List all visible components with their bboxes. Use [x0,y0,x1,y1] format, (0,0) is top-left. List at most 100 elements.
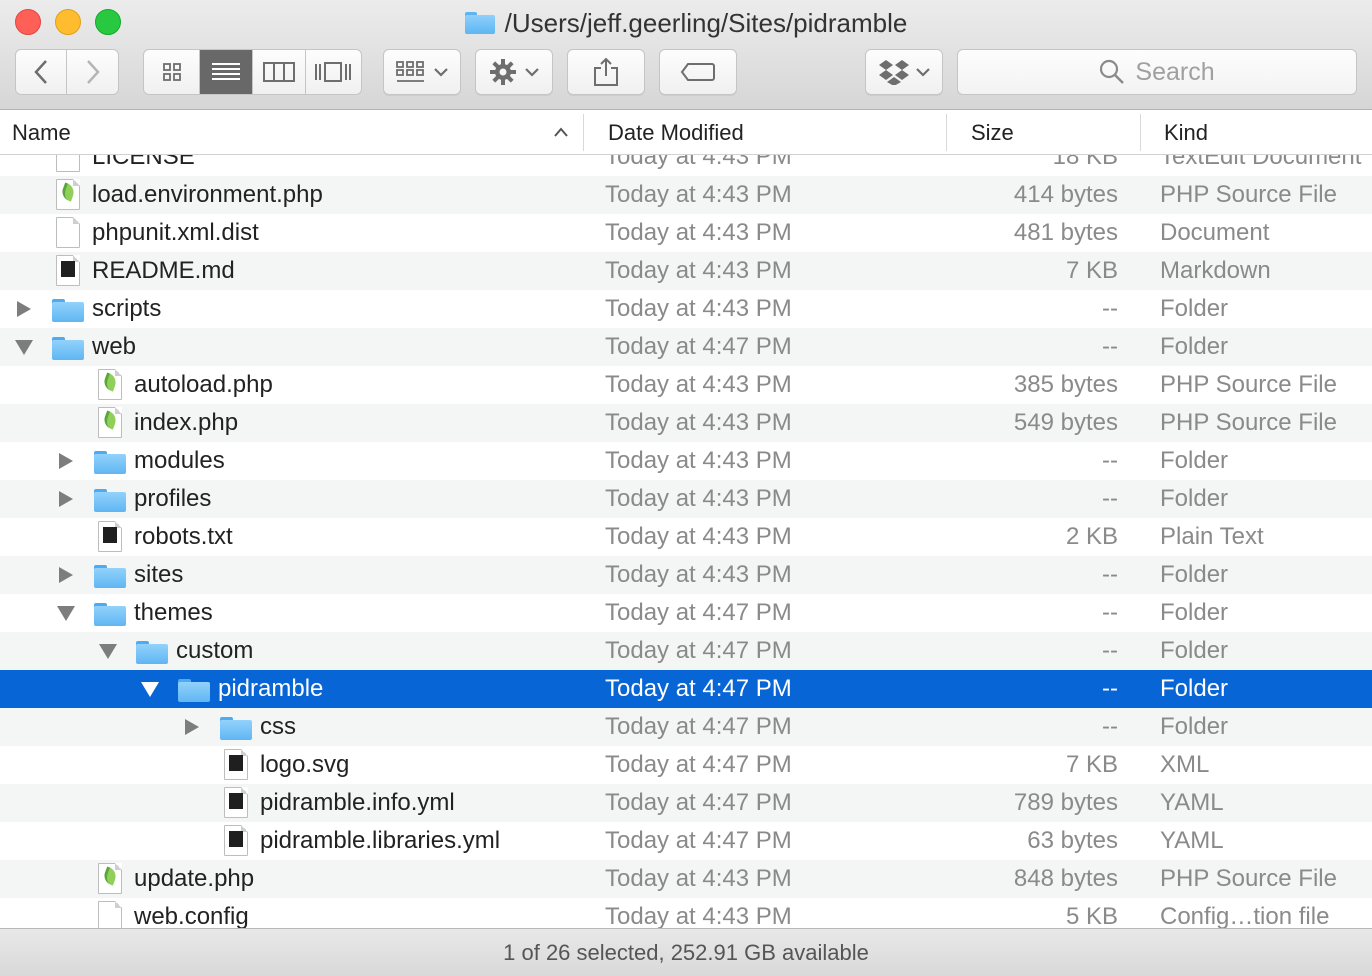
column-view-button[interactable] [253,50,306,94]
table-row[interactable]: LICENSE Today at 4:43 PM 18 KB TextEdit Doc… [0,155,1372,176]
table-row[interactable]: pidramble.info.yml Today at 4:47 PM 789 by… [0,784,1372,822]
table-row[interactable]: autoload.php Today at 4:43 PM 385 bytes PHP… [0,366,1372,404]
doc-file-icon [98,901,122,928]
disclosure-expanded-icon[interactable] [98,632,118,670]
date-modified: Today at 4:43 PM [605,181,792,208]
file-kind: Folder [1160,713,1229,740]
file-kind: Folder [1160,675,1229,702]
table-row[interactable]: README.md Today at 4:43 PM 7 KB Markdown [0,252,1372,290]
share-button[interactable] [567,49,645,95]
table-row[interactable]: phpunit.xml.dist Today at 4:43 PM 481 byte… [0,214,1372,252]
disclosure-collapsed-icon[interactable] [182,708,202,746]
file-size: 385 bytes [1013,371,1118,398]
arrange-icon [396,61,424,82]
folder-icon [94,565,126,588]
date-modified: Today at 4:43 PM [605,155,792,170]
navigation-buttons [15,49,119,95]
file-kind: Folder [1160,485,1229,512]
title-bar: /Users/jeff.geerling/Sites/pidramble Sea… [0,0,1372,110]
file-size: -- [1102,485,1118,512]
file-name: custom [176,637,254,664]
tags-button[interactable] [659,49,737,95]
back-button[interactable] [16,50,68,94]
cover-flow-icon [315,62,352,82]
doc-file-icon [56,155,80,172]
column-header-kind[interactable]: Kind [1164,110,1208,155]
action-button[interactable] [475,49,553,95]
table-row[interactable]: index.php Today at 4:43 PM 549 bytes PHP So… [0,404,1372,442]
disclosure-collapsed-icon[interactable] [56,480,76,518]
file-size: 2 KB [1065,523,1118,550]
chevron-down-icon [525,68,539,77]
table-row[interactable]: web Today at 4:47 PM -- Folder [0,328,1372,366]
table-row[interactable]: pidramble.libraries.yml Today at 4:47 PM 6… [0,822,1372,860]
file-kind: Folder [1160,561,1229,588]
file-size: 18 KB [1052,155,1118,170]
yaml-file-icon [224,787,248,818]
file-name: phpunit.xml.dist [92,219,259,246]
column-separator[interactable] [583,114,584,151]
column-separator[interactable] [1140,114,1141,151]
table-row[interactable]: profiles Today at 4:43 PM -- Folder [0,480,1372,518]
file-name: logo.svg [260,751,350,778]
column-header-date[interactable]: Date Modified [608,110,744,155]
table-row[interactable]: modules Today at 4:43 PM -- Folder [0,442,1372,480]
table-row[interactable]: css Today at 4:47 PM -- Folder [0,708,1372,746]
date-modified: Today at 4:43 PM [605,371,792,398]
column-header-name[interactable]: Name [12,110,71,155]
file-size: 481 bytes [1013,219,1118,246]
file-kind: Folder [1160,333,1229,360]
forward-button[interactable] [67,50,118,94]
cover-flow-view-button[interactable] [306,50,361,94]
search-icon [1100,59,1125,84]
table-row[interactable]: sites Today at 4:43 PM -- Folder [0,556,1372,594]
table-row[interactable]: update.php Today at 4:43 PM 848 bytes PHP S… [0,860,1372,898]
date-modified: Today at 4:47 PM [605,713,792,740]
folder-icon [52,337,84,360]
date-modified: Today at 4:43 PM [605,447,792,474]
table-row[interactable]: web.config Today at 4:43 PM 5 KB Config…tio… [0,898,1372,928]
table-row[interactable]: robots.txt Today at 4:43 PM 2 KB Plain Text [0,518,1372,556]
icon-view-button[interactable] [144,50,201,94]
disclosure-expanded-icon[interactable] [140,670,160,708]
table-row[interactable]: load.environment.php Today at 4:43 PM 414 … [0,176,1372,214]
folder-icon [52,299,84,322]
back-icon [34,60,47,84]
file-kind: YAML [1160,789,1224,816]
file-name: sites [134,561,184,588]
forward-icon [86,60,100,84]
column-header-size[interactable]: Size [971,110,1014,155]
file-kind: Document [1160,219,1270,246]
column-separator[interactable] [946,114,947,151]
table-row[interactable]: scripts Today at 4:43 PM -- Folder [0,290,1372,328]
file-kind: PHP Source File [1160,865,1337,892]
file-size: -- [1102,637,1118,664]
list-view-button[interactable] [200,50,253,94]
file-name: pidramble.libraries.yml [260,827,501,854]
file-kind: Markdown [1160,257,1271,284]
sort-ascending-icon[interactable] [553,126,569,138]
arrange-button[interactable] [383,49,461,95]
disclosure-collapsed-icon[interactable] [56,556,76,594]
gear-icon [490,59,516,85]
date-modified: Today at 4:43 PM [605,409,792,436]
file-kind: Folder [1160,447,1229,474]
column-view-icon [262,62,295,82]
date-modified: Today at 4:43 PM [605,561,792,588]
file-size: 7 KB [1065,257,1118,284]
table-row[interactable]: custom Today at 4:47 PM -- Folder [0,632,1372,670]
disclosure-collapsed-icon[interactable] [14,290,34,328]
table-row[interactable]: logo.svg Today at 4:47 PM 7 KB XML [0,746,1372,784]
table-row[interactable]: themes Today at 4:47 PM -- Folder [0,594,1372,632]
file-size: -- [1102,675,1118,702]
date-modified: Today at 4:47 PM [605,827,792,854]
file-size: 7 KB [1065,751,1118,778]
disclosure-expanded-icon[interactable] [56,594,76,632]
table-row[interactable]: pidramble Today at 4:47 PM -- Folder [0,670,1372,708]
dropbox-button[interactable] [865,49,943,95]
disclosure-collapsed-icon[interactable] [56,442,76,480]
disclosure-expanded-icon[interactable] [14,328,34,366]
folder-icon [178,679,210,702]
file-kind: Folder [1160,637,1229,664]
search-field[interactable]: Search [957,49,1357,95]
